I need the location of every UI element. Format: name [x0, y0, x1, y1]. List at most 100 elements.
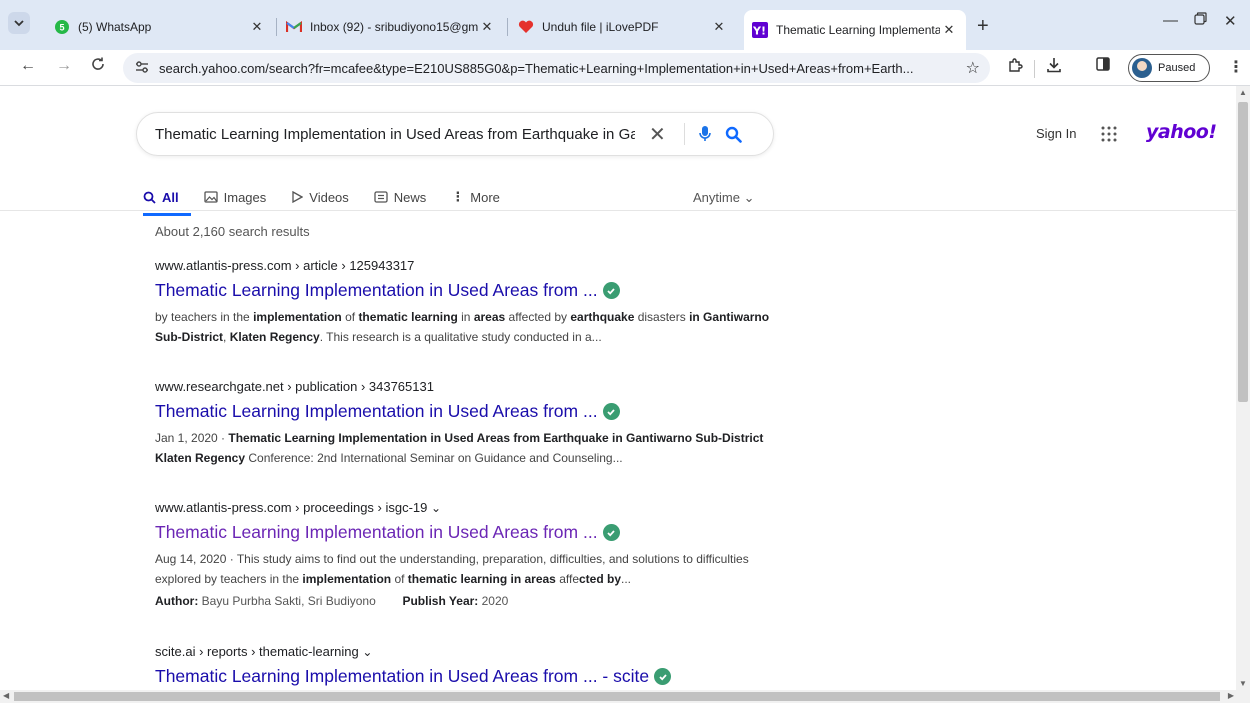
toolbar-divider [1034, 60, 1035, 78]
scrollbar-thumb[interactable] [14, 692, 1220, 701]
microphone-icon[interactable] [698, 125, 711, 143]
tab-search-button[interactable] [8, 12, 30, 34]
search-input[interactable]: Thematic Learning Implementation in Used… [155, 126, 635, 143]
download-icon[interactable] [1046, 57, 1062, 78]
profile-status: Paused [1158, 62, 1196, 74]
tab-more[interactable]: ⋮ More [451, 182, 500, 212]
side-panel-icon[interactable] [1096, 57, 1110, 76]
search-tabs: All Images Videos News ⋮ More [143, 182, 525, 216]
more-vertical-icon: ⋮ [451, 189, 465, 204]
search-result: www.researchgate.net › publication › 343… [155, 379, 775, 468]
svg-text:Y!: Y! [752, 25, 766, 38]
tab-images[interactable]: Images [203, 182, 266, 212]
tab-separator [276, 18, 277, 36]
search-icon [143, 191, 156, 204]
result-url[interactable]: www.atlantis-press.com › article › 12594… [155, 258, 775, 273]
result-count: About 2,160 search results [155, 224, 310, 239]
verified-check-icon [602, 524, 620, 541]
tab-videos[interactable]: Videos [291, 182, 349, 212]
tab-yahoo-active[interactable]: Y! Thematic Learning Implementat ✕ [744, 10, 966, 50]
play-icon [291, 191, 304, 203]
minimize-icon[interactable]: — [1163, 12, 1178, 29]
bookmark-star-icon[interactable]: ☆ [966, 58, 980, 78]
verified-check-icon [654, 668, 672, 685]
back-arrow-icon[interactable]: ← [20, 57, 36, 75]
tab-news[interactable]: News [374, 182, 426, 212]
sign-in-link[interactable]: Sign In [1036, 126, 1076, 141]
chevron-down-icon[interactable]: ⌄ [431, 501, 441, 515]
tab-gmail[interactable]: Inbox (92) - sribudiyono15@gm ✕ [278, 12, 504, 42]
search-page: Thematic Learning Implementation in Used… [0, 86, 1236, 694]
result-year: 2020 [481, 594, 509, 608]
apps-grid-icon[interactable] [1101, 126, 1117, 147]
site-info-icon[interactable] [135, 60, 149, 76]
tab-title: Thematic Learning Implementat [776, 23, 940, 37]
tab-title: Unduh file | iLovePDF [542, 20, 659, 34]
ilovepdf-icon [518, 19, 534, 35]
close-icon[interactable]: ✕ [710, 19, 728, 35]
address-bar[interactable]: search.yahoo.com/search?fr=mcafee&type=E… [123, 53, 990, 83]
reload-icon[interactable] [91, 57, 105, 76]
tab-strip: 5 (5) WhatsApp ✕ Inbox (92) - sribudiyon… [0, 0, 1250, 50]
result-snippet: Aug 14, 2020 · This study aims to find o… [155, 552, 749, 586]
time-filter-dropdown[interactable]: Anytime ⌄ [693, 190, 755, 206]
search-result: scite.ai › reports › thematic-learning ⌄… [155, 644, 775, 693]
yahoo-logo[interactable]: yahoo! [1146, 121, 1217, 143]
result-title-link[interactable]: Thematic Learning Implementation in Used… [155, 666, 775, 687]
close-icon[interactable]: ✕ [248, 19, 266, 35]
image-icon [203, 191, 218, 203]
chevron-down-icon [14, 20, 24, 27]
browser-toolbar: ← → search.yahoo.com/search?fr=mcafee&ty… [0, 50, 1250, 86]
header-divider [0, 210, 1236, 211]
result-meta: Author: Bayu Purbha Sakti, Sri Budiyono … [155, 594, 509, 608]
chevron-down-icon[interactable]: ⌄ [362, 645, 372, 659]
tab-separator [507, 18, 508, 36]
search-box[interactable]: Thematic Learning Implementation in Used… [136, 112, 774, 156]
chevron-down-icon: ⌄ [743, 190, 755, 205]
result-url[interactable]: www.atlantis-press.com › proceedings › i… [155, 500, 775, 515]
close-window-icon[interactable]: ✕ [1224, 12, 1237, 30]
scrollbar-thumb[interactable] [1238, 102, 1248, 402]
result-url[interactable]: scite.ai › reports › thematic-learning ⌄ [155, 644, 775, 659]
url-text: search.yahoo.com/search?fr=mcafee&type=E… [159, 60, 914, 76]
close-icon[interactable]: ✕ [478, 19, 496, 35]
forward-arrow-icon[interactable]: → [56, 57, 72, 75]
scroll-up-icon[interactable]: ▲ [1239, 88, 1247, 97]
extensions-icon[interactable] [1007, 57, 1023, 78]
yahoo-icon: Y! [752, 22, 768, 38]
svg-text:5: 5 [59, 23, 64, 33]
vertical-scrollbar[interactable]: ▲ ▼ [1236, 86, 1250, 690]
new-tab-button[interactable]: + [977, 15, 989, 38]
tab-title: (5) WhatsApp [78, 20, 152, 34]
searchbox-divider [683, 123, 685, 145]
whatsapp-icon: 5 [54, 19, 70, 35]
result-author: Bayu Purbha Sakti, Sri Budiyono [201, 594, 376, 608]
result-url[interactable]: www.researchgate.net › publication › 343… [155, 379, 775, 394]
gmail-icon [286, 19, 302, 35]
tab-ilovepdf[interactable]: Unduh file | iLovePDF ✕ [510, 12, 736, 42]
verified-check-icon [602, 282, 620, 299]
search-result: www.atlantis-press.com › proceedings › i… [155, 500, 775, 608]
restore-icon[interactable] [1194, 12, 1207, 29]
news-icon [374, 191, 388, 203]
result-snippet: by teachers in the implementation of the… [155, 310, 770, 344]
horizontal-scrollbar[interactable]: ◀ ▶ [0, 690, 1250, 703]
profile-button[interactable]: Paused [1128, 54, 1210, 82]
verified-check-icon [602, 403, 620, 420]
avatar [1132, 58, 1152, 78]
search-result: www.atlantis-press.com › article › 12594… [155, 258, 775, 347]
clear-icon[interactable]: ✕ [649, 122, 666, 147]
tab-all[interactable]: All [143, 182, 191, 216]
result-title-link[interactable]: Thematic Learning Implementation in Used… [155, 522, 775, 543]
result-title-link[interactable]: Thematic Learning Implementation in Used… [155, 401, 775, 422]
scroll-right-icon[interactable]: ▶ [1228, 691, 1234, 700]
scroll-down-icon[interactable]: ▼ [1239, 679, 1247, 688]
result-title-link[interactable]: Thematic Learning Implementation in Used… [155, 280, 775, 301]
tab-title: Inbox (92) - sribudiyono15@gm [310, 20, 478, 34]
menu-kebab-icon[interactable]: ⋮ [1228, 57, 1244, 77]
close-icon[interactable]: ✕ [940, 22, 958, 38]
tab-whatsapp[interactable]: 5 (5) WhatsApp ✕ [46, 12, 274, 42]
search-icon[interactable] [725, 126, 742, 143]
scroll-left-icon[interactable]: ◀ [3, 691, 9, 700]
result-snippet: Jan 1, 2020 · Thematic Learning Implemen… [155, 431, 764, 465]
